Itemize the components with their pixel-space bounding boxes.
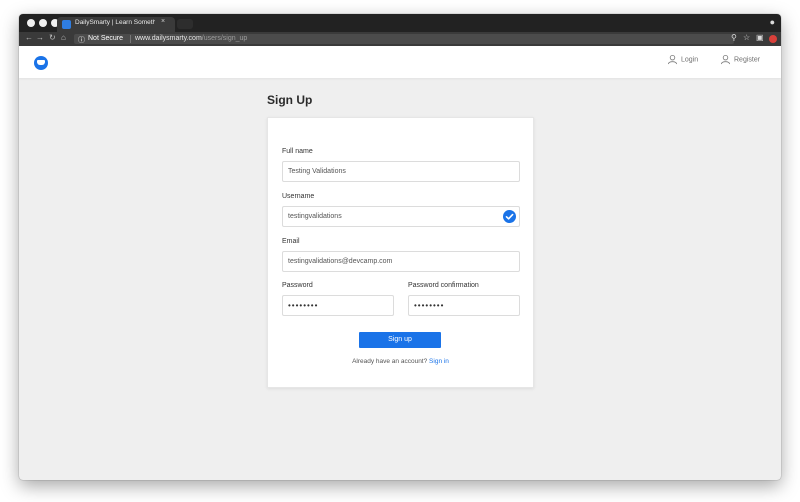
check-icon (503, 210, 516, 223)
page-title: Sign Up (267, 93, 313, 107)
signin-prompt: Already have an account? Sign in (268, 358, 533, 365)
url-host: www.dailysmarty.com (135, 35, 202, 42)
password-confirmation-value: •••••••• (414, 301, 445, 310)
account-prompt-text: Already have an account? (352, 358, 428, 365)
home-icon[interactable]: ⌂ (61, 33, 66, 42)
sign-up-button[interactable]: Sign up (359, 332, 441, 348)
browser-window: DailySmarty | Learn Somethin × ● ← → ↻ ⌂… (19, 14, 781, 480)
key-icon[interactable]: ⚲ (731, 33, 737, 42)
not-secure-label: Not Secure (88, 35, 124, 42)
dailysmarty-logo-icon[interactable] (34, 56, 48, 70)
browser-tab[interactable]: DailySmarty | Learn Somethin × (57, 17, 175, 32)
full-name-value: Testing Validations (288, 168, 346, 175)
new-tab-button[interactable] (177, 19, 193, 29)
info-icon[interactable]: ⓘ (78, 35, 85, 45)
url-text: www.dailysmarty.com/users/sign_up (135, 35, 247, 42)
register-label: Register (734, 56, 761, 64)
reload-icon[interactable]: ↻ (49, 33, 56, 42)
user-icon (667, 54, 678, 65)
close-window-icon[interactable] (27, 19, 35, 27)
password-label: Password (282, 282, 313, 289)
username-value: testingvalidations (288, 213, 342, 220)
minimize-window-icon[interactable] (39, 19, 47, 27)
browser-titlebar: DailySmarty | Learn Somethin × ● (19, 14, 781, 32)
register-link[interactable]: Register (720, 54, 760, 65)
full-name-input[interactable]: Testing Validations (282, 161, 520, 182)
email-value: testingvalidations@devcamp.com (288, 258, 393, 265)
username-input[interactable]: testingvalidations (282, 206, 520, 227)
password-confirmation-input[interactable]: •••••••• (408, 295, 520, 316)
extension-icon[interactable] (769, 35, 777, 43)
logo-cup-shape (37, 60, 45, 65)
address-bar[interactable]: ⓘ Not Secure www.dailysmarty.com/users/s… (74, 34, 734, 44)
username-label: Username (282, 193, 315, 200)
login-link[interactable]: Login (667, 54, 698, 65)
password-input[interactable]: •••••••• (282, 295, 394, 316)
tab-title: DailySmarty | Learn Somethin (75, 19, 155, 26)
email-input[interactable]: testingvalidations@devcamp.com (282, 251, 520, 272)
signup-card: Full name Testing Validations Username t… (267, 117, 534, 388)
full-name-label: Full name (282, 148, 313, 155)
omnibox-divider (130, 35, 131, 43)
site-header: Login Register (19, 46, 781, 78)
sign-in-link[interactable]: Sign in (429, 358, 449, 365)
back-icon[interactable]: ← (25, 33, 33, 42)
login-label: Login (681, 56, 699, 64)
close-tab-icon[interactable]: × (161, 18, 165, 25)
password-confirmation-label: Password confirmation (408, 282, 479, 289)
bookmark-star-icon[interactable]: ☆ (743, 33, 750, 42)
browser-toolbar: ← → ↻ ⌂ ⓘ Not Secure www.dailysmarty.com… (19, 32, 781, 46)
url-path: /users/sign_up (201, 35, 248, 42)
dailysmarty-favicon-icon (62, 20, 71, 29)
email-label: Email (282, 238, 300, 245)
cast-icon[interactable]: ▣ (756, 33, 764, 42)
add-user-icon (720, 54, 731, 65)
incognito-icon: ● (769, 17, 775, 27)
forward-icon[interactable]: → (36, 33, 44, 42)
password-value: •••••••• (288, 301, 319, 310)
